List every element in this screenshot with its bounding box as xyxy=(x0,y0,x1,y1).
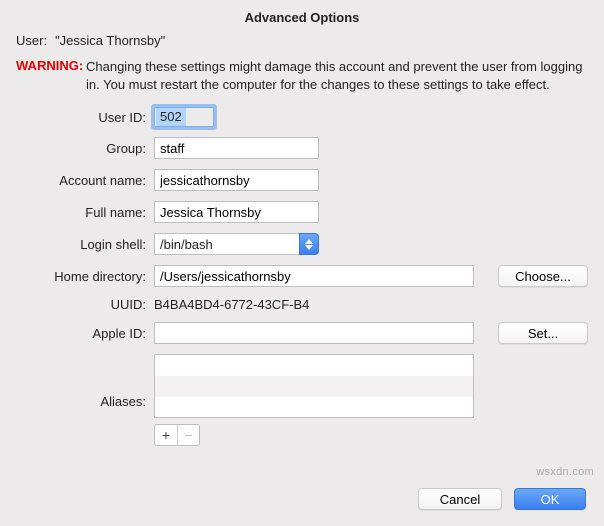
warning-label: WARNING: xyxy=(16,58,86,73)
home-dir-label: Home directory: xyxy=(16,269,146,284)
uuid-value: B4BA4BD4-6772-43CF-B4 xyxy=(154,297,309,312)
warning-text: Changing these settings might damage thi… xyxy=(86,58,588,93)
aliases-list[interactable] xyxy=(154,354,474,418)
ok-button[interactable]: OK xyxy=(514,488,586,510)
aliases-label: Aliases: xyxy=(16,392,146,409)
full-name-input[interactable] xyxy=(154,201,319,223)
choose-button[interactable]: Choose... xyxy=(498,265,588,287)
account-name-input[interactable] xyxy=(154,169,319,191)
chevron-up-icon xyxy=(305,239,313,244)
dialog-footer: Cancel OK xyxy=(418,488,586,510)
user-line: User: "Jessica Thornsby" xyxy=(16,33,588,48)
account-name-label: Account name: xyxy=(16,173,146,188)
user-name: "Jessica Thornsby" xyxy=(55,33,165,48)
cancel-button[interactable]: Cancel xyxy=(418,488,502,510)
uuid-label: UUID: xyxy=(16,297,146,312)
alias-row xyxy=(155,397,473,418)
watermark-text: wsxdn.com xyxy=(536,466,594,478)
advanced-options-dialog: Advanced Options User: "Jessica Thornsby… xyxy=(0,0,604,462)
user-id-label: User ID: xyxy=(16,110,146,125)
login-shell-value: /bin/bash xyxy=(154,233,299,255)
form-grid: User ID: 502 Group: Account name: Full n… xyxy=(16,107,588,446)
full-name-label: Full name: xyxy=(16,205,146,220)
login-shell-select[interactable]: /bin/bash xyxy=(154,233,319,255)
alias-row xyxy=(155,376,473,397)
login-shell-label: Login shell: xyxy=(16,237,146,252)
set-button[interactable]: Set... xyxy=(498,322,588,344)
alias-row xyxy=(155,355,473,376)
user-id-value: 502 xyxy=(156,108,186,126)
add-alias-button[interactable]: + xyxy=(155,425,177,445)
chevron-down-icon xyxy=(305,245,313,250)
apple-id-input[interactable] xyxy=(154,322,474,344)
home-dir-input[interactable] xyxy=(154,265,474,287)
dialog-title: Advanced Options xyxy=(16,10,588,25)
apple-id-label: Apple ID: xyxy=(16,326,146,341)
group-input[interactable] xyxy=(154,137,319,159)
user-id-input[interactable]: 502 xyxy=(154,107,214,127)
group-label: Group: xyxy=(16,141,146,156)
remove-alias-button[interactable]: − xyxy=(177,425,199,445)
warning-block: WARNING: Changing these settings might d… xyxy=(16,58,588,93)
user-label: User: xyxy=(16,33,47,48)
add-remove-control: + − xyxy=(154,424,200,446)
login-shell-dropdown-button[interactable] xyxy=(299,233,319,255)
